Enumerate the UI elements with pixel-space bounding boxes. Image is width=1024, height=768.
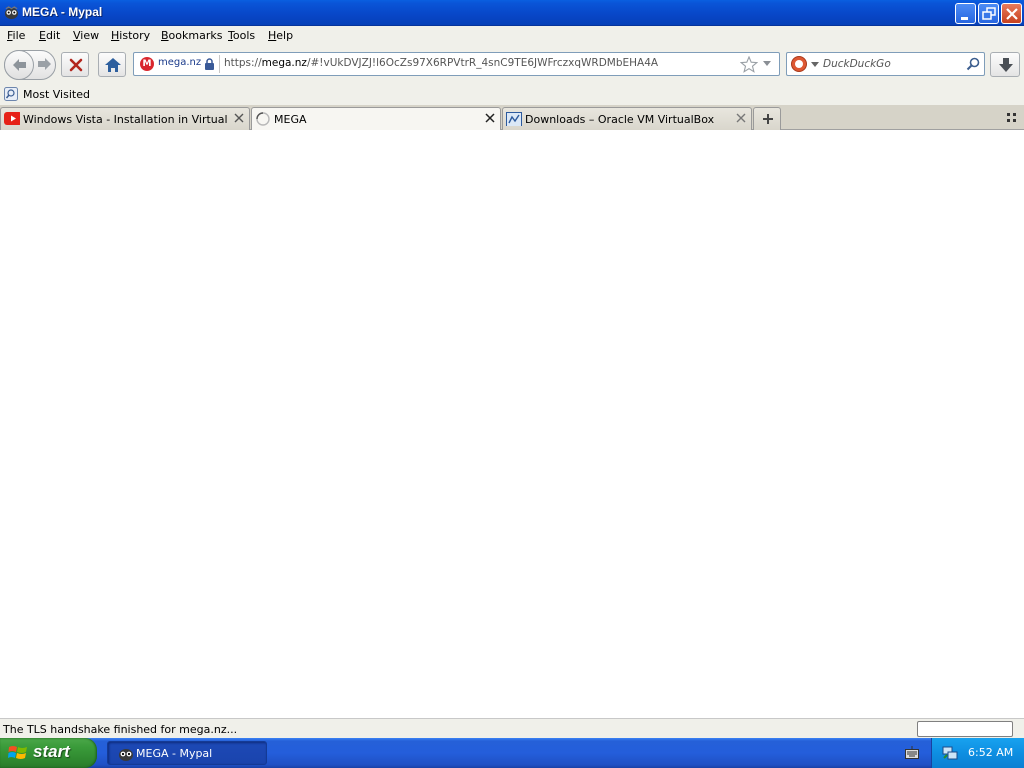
duckduckgo-engine-inner	[795, 60, 803, 68]
youtube-favicon-icon	[4, 112, 20, 125]
menu-history[interactable]: History	[111, 29, 150, 42]
url-input[interactable]: https://mega.nz/#!vUkDVJZJ!l6OcZs97X6RPV…	[224, 57, 734, 69]
navigation-toolbar: M mega.nz https://mega.nz/#!vUkDVJZJ!l6O…	[0, 46, 1024, 84]
menu-bar: File Edit View History Bookmarks Tools H…	[0, 26, 1024, 46]
tab-close-icon[interactable]	[233, 112, 245, 124]
menu-edit[interactable]: Edit	[39, 29, 60, 42]
restore-icon	[982, 7, 996, 20]
minimize-icon	[961, 17, 968, 20]
forward-button[interactable]	[34, 55, 54, 75]
stop-x-icon	[69, 58, 83, 72]
network-icon[interactable]	[942, 745, 958, 761]
new-tab-button[interactable]	[753, 107, 781, 130]
taskbar-item-label: MEGA - Mypal	[136, 747, 213, 760]
download-arrow-icon	[999, 58, 1013, 72]
tab-close-icon[interactable]	[735, 112, 747, 124]
menu-view[interactable]: View	[73, 29, 99, 42]
back-arrow-icon	[13, 59, 26, 71]
window-titlebar[interactable]: MEGA - Mypal	[0, 0, 1024, 26]
home-button[interactable]	[98, 52, 126, 77]
page-content-area[interactable]	[0, 130, 1024, 718]
lock-icon	[205, 58, 214, 70]
tab-mega[interactable]: MEGA	[251, 107, 501, 131]
keyboard-layout-icon[interactable]	[905, 746, 919, 760]
mypal-app-icon	[4, 6, 19, 20]
site-identity-button[interactable]: M mega.nz	[136, 55, 220, 73]
status-text: The TLS handshake finished for mega.nz..…	[3, 723, 238, 736]
bookmarks-toolbar: Most Visited	[0, 84, 1024, 105]
status-bar: The TLS handshake finished for mega.nz..…	[0, 718, 1024, 738]
menu-tools[interactable]: Tools	[228, 29, 255, 42]
tab-virtualbox-downloads[interactable]: Downloads – Oracle VM VirtualBox	[502, 107, 752, 130]
identity-host: mega.nz	[158, 57, 202, 68]
windows-logo-icon	[8, 746, 27, 759]
tab-list-grid-icon[interactable]	[1006, 112, 1018, 124]
tab-close-icon[interactable]	[484, 112, 496, 124]
virtualbox-favicon-icon	[506, 112, 522, 126]
mega-logo-icon: M	[140, 57, 154, 71]
menu-bookmarks[interactable]: Bookmarks	[161, 29, 222, 42]
bookmark-star-icon[interactable]	[740, 56, 758, 73]
bookmark-most-visited[interactable]: Most Visited	[23, 88, 90, 101]
minimize-button[interactable]	[955, 3, 976, 24]
status-progress-field	[917, 721, 1013, 737]
mypal-taskbar-icon	[119, 749, 133, 761]
tab-label: MEGA	[274, 113, 307, 126]
windows-taskbar: start MEGA - Mypal 6:52 AM	[0, 738, 1024, 768]
window-title: MEGA - Mypal	[22, 5, 103, 19]
most-visited-folder-icon	[4, 87, 18, 101]
loading-throbber-icon	[256, 112, 270, 126]
clock: 6:52 AM	[968, 746, 1014, 759]
taskbar-item-mypal[interactable]: MEGA - Mypal	[107, 741, 267, 765]
tab-strip: Windows Vista - Installation in Virtualb…	[0, 105, 1024, 131]
home-icon	[105, 58, 121, 72]
close-icon	[1006, 8, 1018, 20]
start-button[interactable]: start	[0, 738, 97, 768]
back-button[interactable]	[4, 50, 34, 80]
menu-file[interactable]: File	[7, 29, 25, 42]
close-window-button[interactable]	[1001, 3, 1022, 24]
duckduckgo-engine-icon[interactable]	[791, 56, 807, 72]
engine-dropdown-icon[interactable]	[811, 62, 819, 68]
menu-help[interactable]: Help	[268, 29, 293, 42]
downloads-button[interactable]	[990, 52, 1020, 77]
url-history-dropdown-icon[interactable]	[762, 60, 772, 68]
search-bar[interactable]: DuckDuckGo	[786, 52, 985, 76]
tab-windows-vista[interactable]: Windows Vista - Installation in Virtualb…	[0, 107, 250, 130]
plus-icon	[763, 114, 773, 124]
tab-label: Downloads – Oracle VM VirtualBox	[525, 113, 715, 126]
restore-button[interactable]	[978, 3, 999, 24]
start-label: start	[33, 742, 70, 761]
forward-arrow-icon	[38, 58, 51, 70]
search-placeholder: DuckDuckGo	[823, 58, 891, 70]
search-magnifier-icon[interactable]	[965, 56, 981, 72]
stop-button[interactable]	[61, 52, 89, 77]
tab-label: Windows Vista - Installation in Virtualb…	[23, 113, 228, 126]
system-tray: 6:52 AM	[931, 738, 1024, 768]
url-bar[interactable]: M mega.nz https://mega.nz/#!vUkDVJZJ!l6O…	[133, 52, 780, 76]
